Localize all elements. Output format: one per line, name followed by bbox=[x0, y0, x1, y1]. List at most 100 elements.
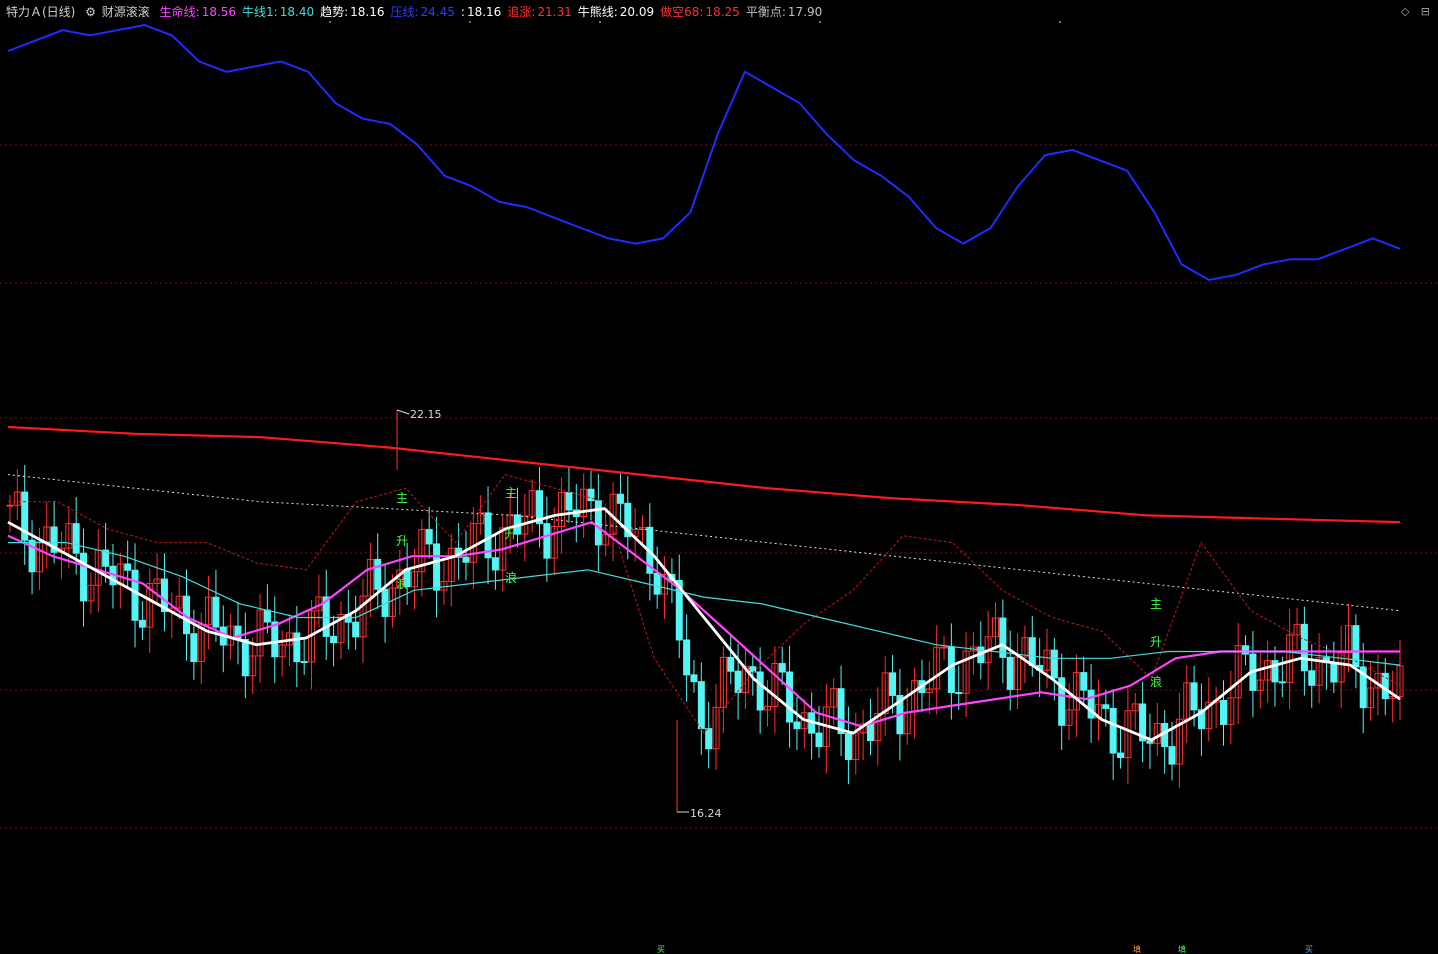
candle bbox=[859, 709, 867, 761]
candle-body bbox=[212, 596, 220, 628]
candle bbox=[1345, 603, 1353, 673]
candle bbox=[690, 660, 698, 693]
candle bbox=[1087, 664, 1095, 743]
candle-body bbox=[1168, 746, 1176, 765]
candle bbox=[1006, 630, 1014, 711]
candle-body bbox=[844, 733, 852, 760]
candle bbox=[1050, 637, 1058, 701]
candle bbox=[160, 553, 168, 632]
indicator-value-1: 18.40 bbox=[279, 5, 315, 19]
gear-icon[interactable]: ⚙ bbox=[85, 5, 96, 19]
candle-body bbox=[491, 557, 499, 571]
low-price-label: 16.24 bbox=[690, 807, 722, 820]
candle-body bbox=[889, 672, 897, 696]
diamond-icon[interactable]: ◇ bbox=[1401, 5, 1409, 18]
candle-body bbox=[837, 688, 845, 735]
candle-body bbox=[955, 692, 963, 695]
candle-body bbox=[940, 646, 948, 649]
candle bbox=[1256, 652, 1264, 709]
candle bbox=[1014, 633, 1022, 710]
candle-body bbox=[300, 661, 308, 664]
candle-body bbox=[352, 621, 360, 638]
candle bbox=[271, 596, 279, 684]
candle bbox=[308, 599, 316, 690]
high-price-label: 22.15 bbox=[410, 408, 442, 421]
candle-body bbox=[124, 563, 132, 571]
candle bbox=[1293, 607, 1301, 650]
annotation-5: 浪 bbox=[505, 570, 517, 585]
candle bbox=[1161, 710, 1169, 774]
candle bbox=[278, 630, 286, 677]
indicator-label-4: : bbox=[460, 5, 465, 19]
indicator-label-7: 做空68: bbox=[660, 5, 704, 19]
candle-body bbox=[1006, 656, 1014, 690]
candle bbox=[844, 706, 852, 785]
series-line-short68 bbox=[7, 474, 1401, 612]
candle-body bbox=[1080, 672, 1088, 691]
annotation-0: 主 bbox=[396, 491, 408, 505]
indicator-label-2: 趋势: bbox=[320, 5, 349, 19]
indicator-label-6: 牛熊线: bbox=[577, 5, 618, 19]
candle bbox=[580, 473, 588, 538]
candle bbox=[455, 523, 463, 580]
candle bbox=[219, 605, 227, 673]
candle bbox=[28, 520, 36, 595]
candle bbox=[447, 534, 455, 607]
candle bbox=[741, 646, 749, 709]
indicator-value-5: 21.31 bbox=[537, 5, 572, 19]
candle bbox=[440, 561, 448, 605]
candle-body bbox=[1146, 740, 1154, 744]
candle bbox=[43, 501, 51, 569]
pressure-pane bbox=[7, 23, 1401, 282]
candle bbox=[793, 697, 801, 750]
indicator-name[interactable]: 财源滚滚 bbox=[102, 5, 150, 19]
candle bbox=[205, 575, 213, 650]
candle-body bbox=[1190, 682, 1198, 711]
series-line-bull-bear bbox=[7, 425, 1401, 524]
signal-1: 填 bbox=[1133, 945, 1141, 954]
indicator-value-6: 20.09 bbox=[619, 5, 655, 19]
candle bbox=[1183, 665, 1191, 743]
indicator-label-0: 生命线: bbox=[159, 5, 200, 19]
indicator-value-2: 18.16 bbox=[350, 5, 385, 19]
indicator-value-8: 17.90 bbox=[787, 5, 823, 19]
candle bbox=[50, 500, 58, 564]
candle bbox=[969, 631, 977, 675]
indicator-label-3: 压线: bbox=[390, 5, 419, 19]
candle bbox=[1234, 623, 1242, 725]
price-chart: 主升浪主升浪主升浪 22.15 16.24 bbox=[0, 21, 1438, 829]
candle-body bbox=[263, 609, 271, 623]
candle bbox=[1359, 643, 1367, 734]
candle bbox=[1058, 653, 1066, 751]
candle bbox=[315, 574, 323, 628]
candle bbox=[80, 528, 88, 627]
candle bbox=[1131, 693, 1139, 731]
indicator-values: 生命线: 18.56 牛线1: 18.40 趋势: 18.16 压线: 24.45:18.16… bbox=[154, 5, 823, 19]
candle bbox=[808, 692, 816, 760]
candle-body bbox=[425, 529, 433, 545]
candle-body bbox=[947, 646, 955, 694]
candle-body bbox=[999, 617, 1007, 658]
candle bbox=[1264, 640, 1272, 703]
candle bbox=[837, 665, 845, 757]
annotation-3: 主 bbox=[505, 486, 517, 500]
indicator-value-4: 18.16 bbox=[466, 5, 502, 19]
candle bbox=[683, 614, 691, 702]
candle bbox=[1109, 688, 1117, 780]
candle bbox=[587, 470, 595, 521]
candle bbox=[528, 479, 536, 533]
candle-body bbox=[786, 671, 794, 723]
candle bbox=[881, 656, 889, 736]
candle-body bbox=[594, 500, 602, 546]
candle-body bbox=[462, 556, 470, 563]
minimize-icon[interactable]: ⊟ bbox=[1421, 5, 1430, 18]
candle bbox=[352, 595, 360, 650]
candle bbox=[1330, 641, 1338, 694]
candle-body bbox=[727, 656, 735, 672]
candle bbox=[146, 568, 154, 653]
high-pointer bbox=[396, 409, 410, 415]
candle bbox=[1117, 726, 1125, 769]
candle bbox=[933, 625, 941, 715]
candle bbox=[800, 698, 808, 749]
candle-body bbox=[293, 632, 301, 663]
